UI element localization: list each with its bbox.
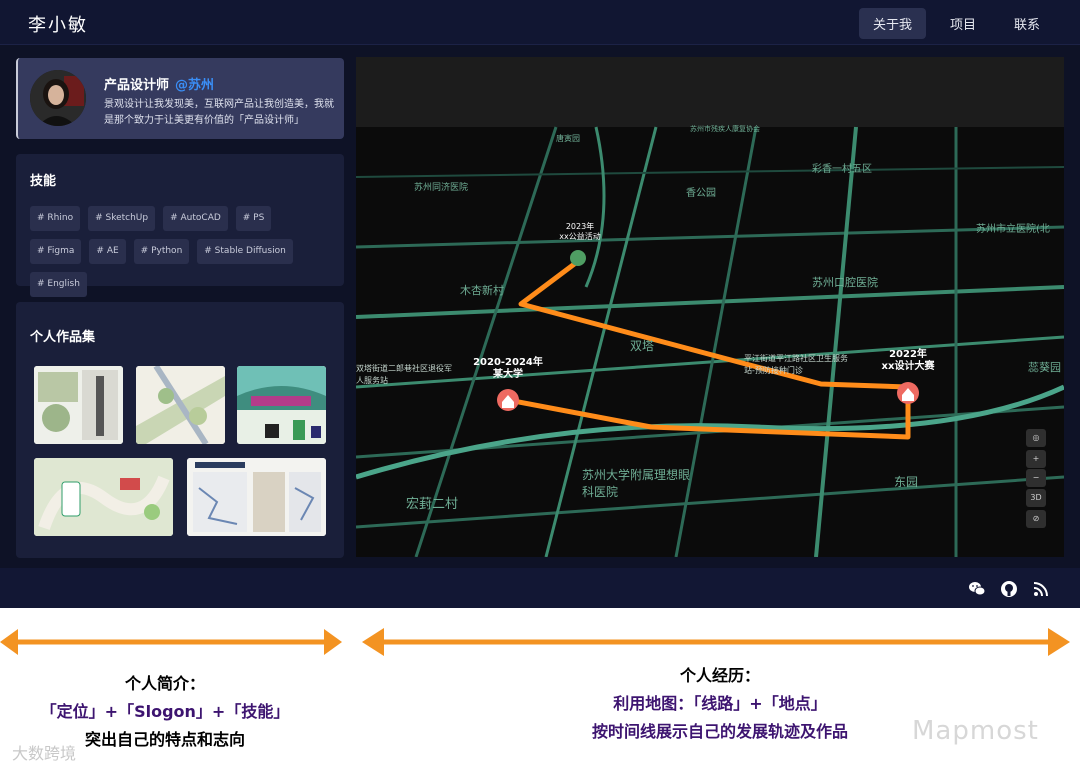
map-label-2: 苏州同济医院 [414, 183, 469, 193]
profile-slogan: 景观设计让我发现美，互联网产品让我创造美，我就是那个致力于让美更有价值的「产品设… [104, 99, 334, 126]
journey-map[interactable]: 苏州市残疾人康复协会 唐寅园 苏州同济医院 彩香一村五区 香公园 苏州市立医院(… [356, 57, 1064, 557]
map-zoom-in-button[interactable]: + [1026, 450, 1046, 468]
left-span-arrow [0, 629, 342, 655]
footer [0, 568, 1080, 608]
map-label-8: 双塔 [630, 339, 655, 353]
map-locate-button[interactable]: ◎ [1026, 429, 1046, 447]
skill-tag[interactable]: # PS [235, 206, 272, 231]
skill-tag[interactable]: # Python [133, 239, 190, 264]
marker-label-2022[interactable]: 2022年 xx设计大赛 [872, 349, 944, 373]
map-label-14: 蕊葵园 [1028, 361, 1061, 374]
left-annotation: 个人简介： 「定位」+「Slogon」+「技能」 突出自己的特点和志向 [0, 670, 330, 750]
watermark-left: 大数跨境 [12, 744, 77, 763]
right-annotation-line2: 按时间线展示自己的发展轨迹及作品 [591, 722, 848, 741]
skill-tag[interactable]: # English [30, 272, 87, 297]
portfolio-thumb-1[interactable] [34, 366, 123, 444]
map-label-11: 苏州大学附属理想眼科医院 [582, 468, 691, 499]
map-label-4: 香公园 [686, 188, 716, 199]
profile-card: 产品设计师 @苏州 景观设计让我发现美，互联网产品让我创造美，我就是那个致力于让美… [16, 58, 344, 139]
marker-event: xx公益活动 [559, 232, 601, 241]
map-label-3: 彩香一村五区 [812, 164, 872, 175]
marker-year: 2023年 [565, 222, 595, 231]
portfolio-thumb-3[interactable] [237, 366, 326, 444]
social-links [968, 580, 1050, 598]
profile-title: 产品设计师 @苏州 [104, 74, 214, 93]
skill-tag[interactable]: # Rhino [30, 206, 81, 231]
marker-year: 2022年 [889, 349, 927, 360]
portfolio-thumb-5[interactable] [187, 458, 326, 536]
right-annotation: 个人经历： 利用地图：「线路」+「地点」 按时间线展示自己的发展轨迹及作品 [500, 662, 940, 742]
map-label-5: 苏州市立医院(北 [976, 224, 1050, 235]
portfolio-thumb-2[interactable] [136, 366, 225, 444]
skill-tag[interactable]: # AutoCAD [163, 206, 228, 231]
map-label-7: 苏州口腔医院 [812, 276, 878, 289]
nav-about[interactable]: 关于我 [858, 8, 926, 39]
right-annotation-line: 利用地图：「线路」+「地点」 [613, 694, 827, 713]
wechat-icon[interactable] [968, 580, 986, 598]
top-navbar: 李小敏 关于我 项目 联系 [0, 0, 1080, 45]
marker-label-2023[interactable]: 2023年 xx公益活动 [550, 222, 610, 242]
app-window: 李小敏 关于我 项目 联系 产品设计师 @苏州 景观设计让我发现美，互联网产品让我… [0, 0, 1080, 608]
right-annotation-title: 个人经历： [679, 666, 760, 685]
marker-year: 2020-2024年 [473, 357, 543, 368]
portfolio-panel: 个人作品集 [16, 302, 344, 558]
left-annotation-title: 个人简介： [124, 674, 205, 693]
nav-menu: 关于我 项目 联系 [858, 8, 1054, 39]
marker-label-2020[interactable]: 2020-2024年 某大学 [462, 357, 554, 381]
rss-icon[interactable] [1032, 580, 1050, 598]
skill-tags: # Rhino # SketchUp # AutoCAD # PS # Figm… [30, 206, 330, 297]
map-label-10: 双塔街道二郎巷社区退役军人服务站 [356, 364, 452, 385]
annotation-arrows [0, 628, 1070, 656]
portfolio-title: 个人作品集 [30, 330, 96, 345]
skill-tag[interactable]: # AE [89, 239, 126, 264]
map-compass-button[interactable]: ⊘ [1026, 510, 1046, 528]
map-label-6: 木杏新村 [460, 284, 504, 297]
profile-location[interactable]: @苏州 [175, 78, 214, 93]
map-zoom-out-button[interactable]: − [1026, 469, 1046, 487]
left-annotation-line: 「定位」+「Slogon」+「技能」 [40, 702, 290, 721]
github-icon[interactable] [1000, 580, 1018, 598]
nav-contact[interactable]: 联系 [1000, 8, 1054, 39]
skills-title: 技能 [30, 174, 57, 189]
map-label-13: 东园 [894, 475, 919, 489]
nav-projects[interactable]: 项目 [936, 8, 990, 39]
right-span-arrow [362, 628, 1070, 656]
profile-role: 产品设计师 [104, 78, 170, 93]
skill-tag[interactable]: # Figma [30, 239, 82, 264]
avatar [30, 70, 86, 126]
marker-event: xx设计大赛 [881, 361, 935, 372]
map-label-1: 苏州市残疾人康复协会 [690, 125, 760, 133]
skills-panel: 技能 # Rhino # SketchUp # AutoCAD # PS # F… [16, 154, 344, 297]
map-label-12: 宏葑二村 [406, 497, 459, 512]
skill-tag[interactable]: # SketchUp [88, 206, 156, 231]
watermark-right: Mapmost [912, 716, 1039, 746]
site-logo[interactable]: 李小敏 [28, 11, 88, 37]
map-3d-toggle[interactable]: 3D [1026, 489, 1046, 507]
map-label-15: 唐寅园 [556, 134, 580, 143]
skill-tag[interactable]: # Stable Diffusion [197, 239, 293, 264]
portfolio-thumb-4[interactable] [34, 458, 173, 536]
marker-event: 某大学 [493, 369, 523, 380]
map-label-9: 平江街道平江路社区卫生服务站-预防接种门诊 [744, 354, 848, 375]
